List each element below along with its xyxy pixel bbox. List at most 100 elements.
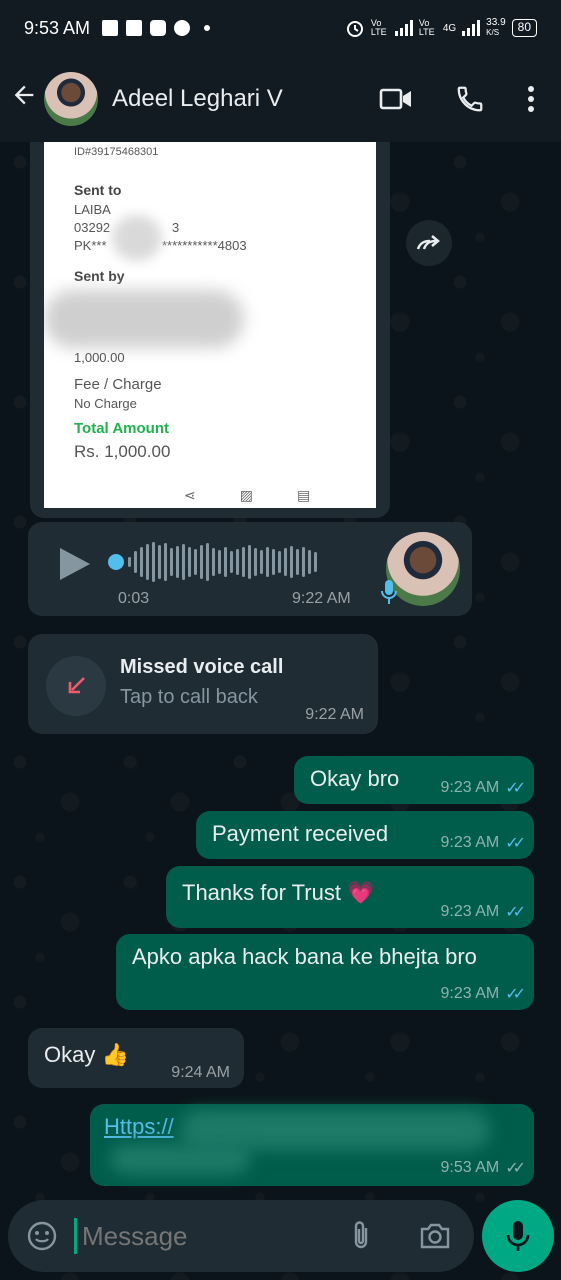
- recipient-account-end: ***********4803: [162, 238, 247, 253]
- message-meta: 9:23 AM ✓✓: [440, 903, 526, 921]
- emoji-sticker-icon[interactable]: [26, 1220, 58, 1252]
- outgoing-link-message[interactable]: Https:// 9:53 AM ✓✓: [90, 1104, 534, 1186]
- forward-button[interactable]: [406, 220, 452, 266]
- sent-to-label: Sent to: [74, 182, 122, 198]
- waveform-bar: [158, 545, 161, 579]
- waveform-bar: [194, 549, 197, 575]
- status-right: Vo LTE Vo LTE 4G 33.9 K/S 80: [345, 18, 537, 38]
- message-text: Okay bro: [310, 766, 400, 791]
- read-ticks-icon: ✓✓: [505, 904, 526, 921]
- voice-duration: 0:03: [118, 590, 150, 607]
- message-input[interactable]: [82, 1218, 342, 1254]
- missed-call-subtitle: Tap to call back: [120, 686, 258, 708]
- message-link[interactable]: Https://: [104, 1114, 174, 1140]
- lte-indicator-1: Vo LTE: [370, 18, 387, 37]
- recipient-phone: 03292: [74, 220, 111, 235]
- waveform-bar: [164, 543, 167, 581]
- video-call-icon[interactable]: [379, 86, 413, 112]
- message-meta: 9:23 AM ✓✓: [440, 779, 525, 797]
- message-meta: 9:23 AM ✓✓: [440, 985, 526, 1003]
- redaction-blur: [110, 1144, 250, 1174]
- chat-header: Adeel Leghari V: [0, 56, 561, 142]
- image-message[interactable]: ID#39175468301 Sent to LAIBA 03292 3 PK*…: [30, 142, 390, 518]
- read-ticks-icon: ✓✓: [505, 835, 526, 852]
- voice-record-button[interactable]: [482, 1200, 554, 1272]
- notification-icon: [102, 20, 119, 36]
- notification-icons: [102, 20, 211, 36]
- voice-waveform[interactable]: [128, 540, 317, 584]
- status-bar: 9:53 AM Vo LTE Vo LTE 4G 33.9 K/S 80: [0, 0, 561, 56]
- more-options-icon[interactable]: [527, 85, 535, 113]
- more-notifications-dot: [204, 25, 211, 31]
- waveform-bar: [218, 550, 221, 574]
- outgoing-message[interactable]: Thanks for Trust 💗 9:23 AM ✓✓: [166, 866, 534, 928]
- signal-icon-2: [462, 20, 481, 36]
- receipt-id: ID#39175468301: [74, 146, 159, 158]
- message-meta: 9:24 AM: [171, 1064, 230, 1081]
- waveform-bar: [140, 547, 143, 577]
- delivered-ticks-icon: ✓✓: [505, 1160, 526, 1177]
- waveform-bar: [152, 542, 155, 582]
- recipient-phone-end: 3: [172, 220, 180, 235]
- waveform-bar: [182, 544, 185, 580]
- waveform-bar: [224, 547, 227, 577]
- waveform-bar: [200, 545, 203, 579]
- message-text: Okay 👍: [44, 1042, 129, 1067]
- waveform-bar: [278, 551, 281, 573]
- recipient-name: LAIBA: [74, 202, 111, 217]
- contact-avatar[interactable]: [44, 72, 98, 126]
- message-time: 9:22 AM: [317, 482, 376, 499]
- waveform-bar: [170, 548, 173, 576]
- waveform-bar: [254, 548, 257, 576]
- waveform-bar: [230, 551, 233, 573]
- total-label: Total Amount: [74, 420, 169, 437]
- forward-icon: [416, 235, 440, 250]
- outgoing-message[interactable]: Okay bro 9:23 AM ✓✓: [294, 756, 534, 804]
- read-ticks-icon: ✓✓: [505, 986, 526, 1003]
- whatsapp-icon: [174, 20, 191, 36]
- waveform-bar: [212, 548, 215, 576]
- message-meta: 9:23 AM ✓✓: [440, 834, 526, 852]
- outgoing-message[interactable]: Payment received 9:23 AM ✓✓: [196, 811, 534, 859]
- waveform-bar: [308, 550, 311, 574]
- message-composer: [8, 1200, 474, 1272]
- header-actions: [379, 84, 561, 114]
- fee-value: No Charge: [74, 396, 137, 411]
- image-icon: ▨: [239, 487, 253, 503]
- message-meta: 9:53 AM ✓✓: [440, 1159, 526, 1177]
- sent-by-label: Sent by: [74, 268, 125, 284]
- waveform-bar: [206, 543, 209, 581]
- camera-icon[interactable]: [418, 1220, 452, 1252]
- waveform-bar: [146, 544, 149, 580]
- waveform-bar: [290, 546, 293, 578]
- waveform-bar: [314, 552, 317, 572]
- net-speed: 33.9 K/S: [486, 17, 506, 38]
- waveform-bar: [266, 547, 269, 577]
- missed-call-message[interactable]: Missed voice call Tap to call back 9:22 …: [28, 634, 378, 734]
- play-icon[interactable]: [58, 546, 92, 582]
- contact-name[interactable]: Adeel Leghari V: [112, 85, 283, 113]
- total-value: Rs. 1,000.00: [74, 442, 171, 461]
- waveform-bar: [302, 547, 305, 577]
- message-meta: 9:22 AM: [305, 706, 364, 723]
- receipt-footer-icons: ⋖ ▨ ▤: [184, 487, 310, 504]
- waveform-bar: [236, 549, 239, 575]
- message-text: Thanks for Trust 💗: [182, 880, 375, 905]
- save-icon: ▤: [296, 487, 311, 503]
- waveform-bar: [248, 545, 251, 579]
- outgoing-message[interactable]: Apko apka hack bana ke bhejta bro 9:23 A…: [116, 934, 534, 1010]
- alarm-icon: [346, 21, 363, 37]
- battery-indicator: 80: [511, 19, 537, 37]
- back-arrow-icon[interactable]: [0, 81, 44, 117]
- missed-call-icon: [46, 656, 106, 716]
- missed-call-title: Missed voice call: [120, 656, 284, 678]
- incoming-message[interactable]: Okay 👍 9:24 AM: [28, 1028, 244, 1088]
- status-time: 9:53 AM: [24, 17, 91, 38]
- waveform-bar: [272, 549, 275, 575]
- waveform-bar: [188, 547, 191, 577]
- mic-icon: [381, 580, 397, 604]
- voice-call-icon[interactable]: [455, 84, 485, 114]
- voice-progress-handle[interactable]: [108, 554, 124, 570]
- attach-icon[interactable]: [348, 1220, 376, 1252]
- message-text: Payment received: [212, 821, 389, 846]
